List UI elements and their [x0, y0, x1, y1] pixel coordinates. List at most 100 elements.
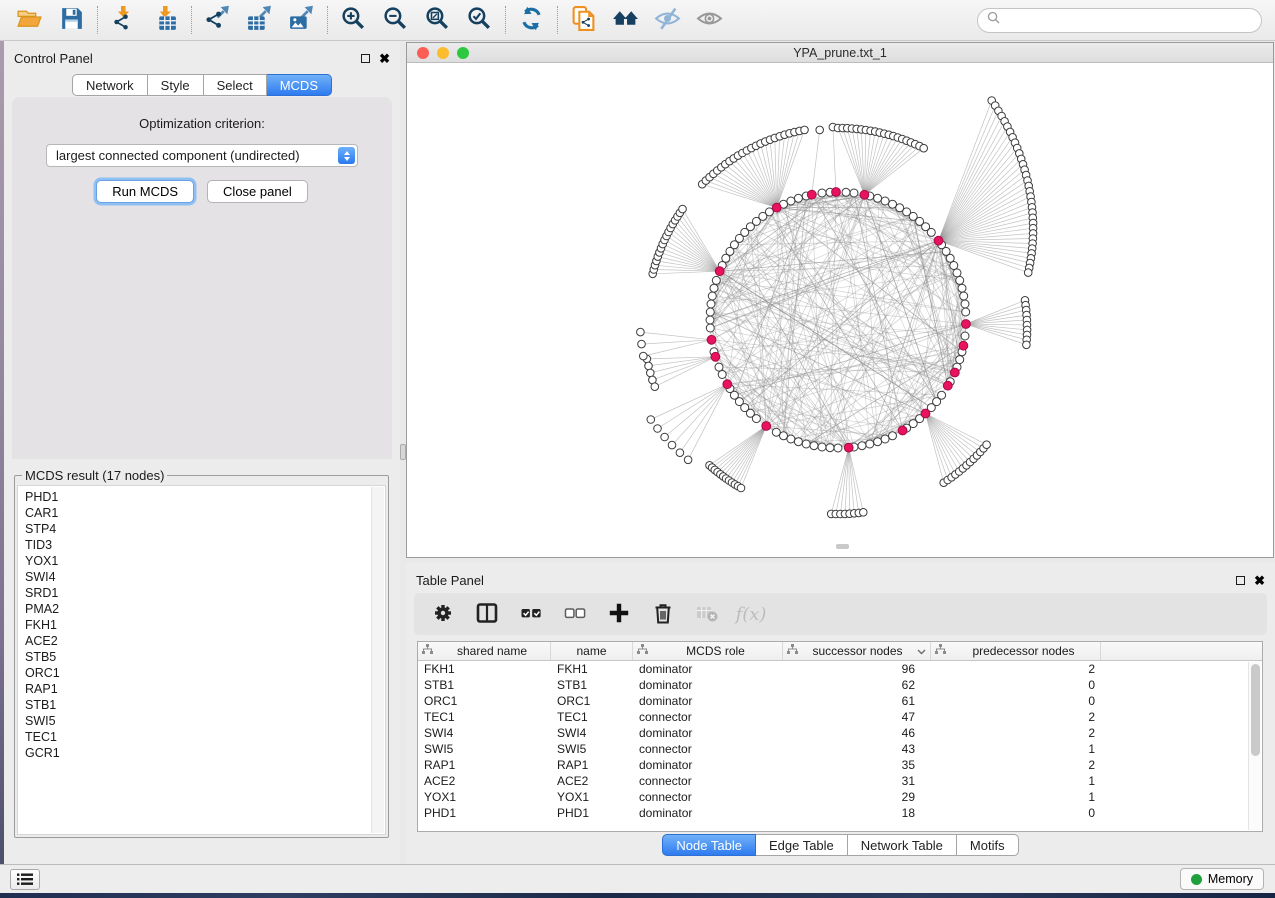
cell-name[interactable]: STB1	[551, 678, 633, 692]
mcds-result-item[interactable]: PMA2	[25, 601, 385, 617]
tab-mcds[interactable]: MCDS	[267, 74, 332, 96]
cell-shared-name[interactable]: YOX1	[418, 790, 551, 804]
optimization-criterion-dropdown[interactable]: largest connected component (undirected)	[46, 144, 358, 167]
window-close-button[interactable]	[417, 47, 429, 59]
cell-name[interactable]: FKH1	[551, 662, 633, 676]
cell-predecessor-nodes[interactable]: 0	[931, 806, 1101, 820]
mcds-result-item[interactable]: SWI5	[25, 713, 385, 729]
tab-network-table[interactable]: Network Table	[848, 834, 957, 856]
hide-selected-button[interactable]	[649, 5, 686, 36]
export-image-button[interactable]	[283, 5, 320, 36]
cell-mcds-role[interactable]: dominator	[633, 806, 783, 820]
cell-successor-nodes[interactable]: 47	[783, 710, 931, 724]
tab-edge-table[interactable]: Edge Table	[756, 834, 848, 856]
zoom-out-button[interactable]	[377, 5, 414, 36]
mcds-result-item[interactable]: YOX1	[25, 553, 385, 569]
mcds-result-item[interactable]: FKH1	[25, 617, 385, 633]
cell-predecessor-nodes[interactable]: 2	[931, 662, 1101, 676]
cell-mcds-role[interactable]: dominator	[633, 694, 783, 708]
table-row[interactable]: TEC1TEC1connector472	[418, 709, 1262, 725]
cell-successor-nodes[interactable]: 96	[783, 662, 931, 676]
network-graph[interactable]	[407, 63, 1273, 551]
table-row[interactable]: SWI4SWI4dominator462	[418, 725, 1262, 741]
cell-shared-name[interactable]: SWI4	[418, 726, 551, 740]
save-session-button[interactable]	[53, 5, 90, 36]
search-box[interactable]	[977, 8, 1262, 33]
cell-predecessor-nodes[interactable]: 2	[931, 710, 1101, 724]
cell-shared-name[interactable]: STB1	[418, 678, 551, 692]
cell-name[interactable]: YOX1	[551, 790, 633, 804]
cell-successor-nodes[interactable]: 43	[783, 742, 931, 756]
table-row[interactable]: SWI5SWI5connector431	[418, 741, 1262, 757]
column-header-successor-nodes[interactable]: successor nodes	[783, 642, 931, 660]
delete-table-button[interactable]	[690, 598, 724, 630]
column-header-shared-name[interactable]: shared name	[418, 642, 551, 660]
cell-shared-name[interactable]: RAP1	[418, 758, 551, 772]
cell-successor-nodes[interactable]: 61	[783, 694, 931, 708]
network-from-selection-button[interactable]	[565, 5, 602, 36]
cell-mcds-role[interactable]: dominator	[633, 662, 783, 676]
window-maximize-button[interactable]	[457, 47, 469, 59]
mcds-result-item[interactable]: STB1	[25, 697, 385, 713]
cell-mcds-role[interactable]: connector	[633, 774, 783, 788]
import-network-button[interactable]	[105, 5, 142, 36]
table-row[interactable]: RAP1RAP1dominator352	[418, 757, 1262, 773]
cell-shared-name[interactable]: SWI5	[418, 742, 551, 756]
select-all-columns-button[interactable]	[514, 598, 548, 630]
mcds-result-item[interactable]: PHD1	[25, 489, 385, 505]
float-table-panel-button[interactable]	[1236, 576, 1245, 585]
cell-successor-nodes[interactable]: 31	[783, 774, 931, 788]
cell-name[interactable]: SWI4	[551, 726, 633, 740]
cell-successor-nodes[interactable]: 35	[783, 758, 931, 772]
mcds-result-item[interactable]: TID3	[25, 537, 385, 553]
cell-predecessor-nodes[interactable]: 1	[931, 742, 1101, 756]
sort-chevron-icon[interactable]	[917, 644, 926, 658]
cell-shared-name[interactable]: FKH1	[418, 662, 551, 676]
cell-name[interactable]: SWI5	[551, 742, 633, 756]
network-view[interactable]	[407, 63, 1273, 551]
deselect-all-columns-button[interactable]	[558, 598, 592, 630]
task-history-button[interactable]	[10, 869, 40, 890]
table-row[interactable]: ORC1ORC1dominator610	[418, 693, 1262, 709]
cell-name[interactable]: PHD1	[551, 806, 633, 820]
cell-shared-name[interactable]: ACE2	[418, 774, 551, 788]
cell-name[interactable]: ORC1	[551, 694, 633, 708]
table-row[interactable]: FKH1FKH1dominator962	[418, 661, 1262, 677]
zoom-fit-button[interactable]	[419, 5, 456, 36]
close-panel-icon[interactable]: ✖	[379, 52, 390, 65]
cell-predecessor-nodes[interactable]: 1	[931, 774, 1101, 788]
mcds-result-item[interactable]: ACE2	[25, 633, 385, 649]
mcds-result-item[interactable]: GCR1	[25, 745, 385, 761]
mcds-result-item[interactable]: ORC1	[25, 665, 385, 681]
cell-mcds-role[interactable]: connector	[633, 790, 783, 804]
zoom-in-button[interactable]	[335, 5, 372, 36]
cell-name[interactable]: ACE2	[551, 774, 633, 788]
table-scrollbar[interactable]	[1248, 662, 1261, 830]
cell-mcds-role[interactable]: dominator	[633, 758, 783, 772]
network-window-titlebar[interactable]: YPA_prune.txt_1	[407, 43, 1273, 63]
cell-predecessor-nodes[interactable]: 1	[931, 790, 1101, 804]
table-row[interactable]: YOX1YOX1connector291	[418, 789, 1262, 805]
network-hscroll-thumb[interactable]	[836, 544, 849, 549]
run-mcds-button[interactable]: Run MCDS	[96, 180, 194, 203]
float-panel-button[interactable]	[361, 54, 370, 63]
delete-columns-button[interactable]	[646, 598, 680, 630]
cell-predecessor-nodes[interactable]: 2	[931, 758, 1101, 772]
open-file-button[interactable]	[11, 5, 48, 36]
create-column-button[interactable]	[602, 598, 636, 630]
cell-mcds-role[interactable]: connector	[633, 710, 783, 724]
column-header-mcds-role[interactable]: MCDS role	[633, 642, 783, 660]
mcds-result-item[interactable]: CAR1	[25, 505, 385, 521]
import-table-button[interactable]	[147, 5, 184, 36]
cell-predecessor-nodes[interactable]: 0	[931, 678, 1101, 692]
zoom-selected-button[interactable]	[461, 5, 498, 36]
close-table-panel-icon[interactable]: ✖	[1254, 574, 1265, 587]
cell-successor-nodes[interactable]: 29	[783, 790, 931, 804]
cell-name[interactable]: TEC1	[551, 710, 633, 724]
close-panel-button[interactable]: Close panel	[207, 180, 308, 203]
mcds-result-item[interactable]: TEC1	[25, 729, 385, 745]
mcds-result-item[interactable]: SRD1	[25, 585, 385, 601]
cell-shared-name[interactable]: ORC1	[418, 694, 551, 708]
tab-node-table[interactable]: Node Table	[662, 834, 756, 856]
cell-name[interactable]: RAP1	[551, 758, 633, 772]
